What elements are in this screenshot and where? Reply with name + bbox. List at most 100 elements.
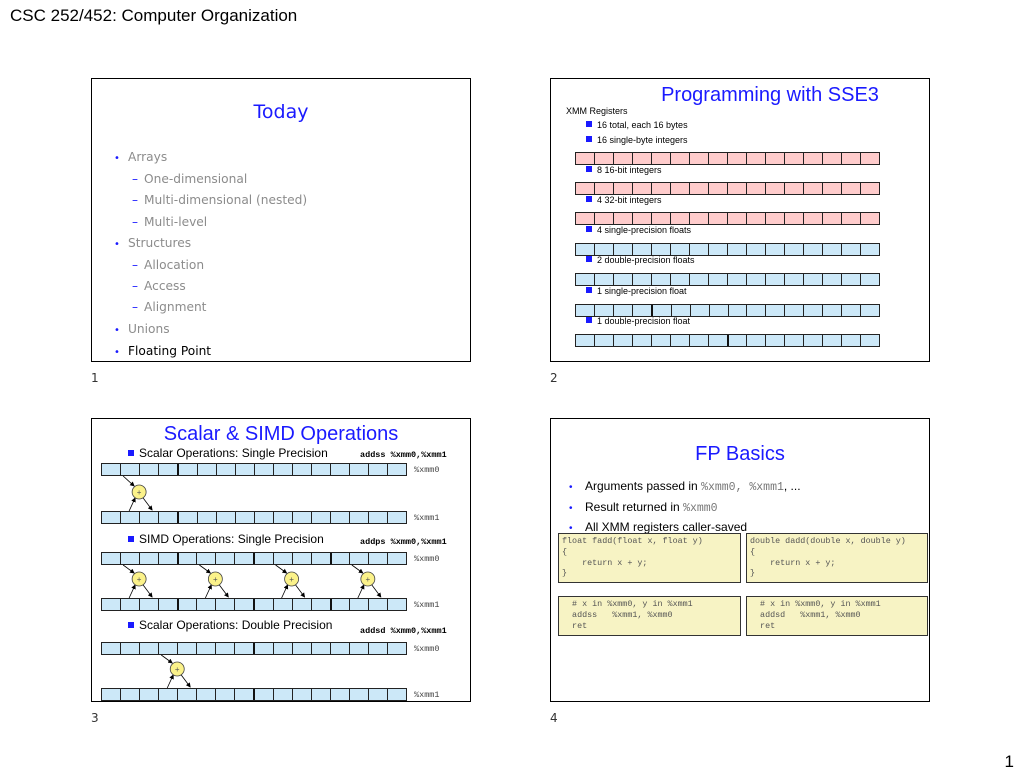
register-byte-cell: [728, 305, 748, 316]
register-byte-cell: [613, 305, 633, 316]
arrow: [275, 564, 288, 574]
register-byte-cell: [861, 153, 879, 164]
register-byte-cell: [747, 274, 766, 285]
register-byte-cell: [576, 213, 595, 224]
adder-node: +: [351, 564, 382, 599]
register-byte-cell: [823, 305, 843, 316]
register-byte-cell: [785, 244, 804, 255]
register-byte-cell: [690, 213, 709, 224]
xmm-bullet: 2 double-precision floats: [586, 255, 695, 265]
xmm-bullet: 4 single-precision floats: [586, 225, 691, 235]
slide-4-fp-basics: FP Basics • Arguments passed in %xmm0, %x…: [550, 418, 930, 702]
register-byte-cell: [709, 183, 728, 194]
register-byte-cell: [747, 244, 766, 255]
slide-number: 4: [550, 711, 558, 725]
outline-item-text: Alignment: [144, 300, 207, 315]
register-byte-cell: [709, 244, 728, 255]
register-byte-cell: [728, 183, 747, 194]
arrow: [351, 564, 364, 574]
fp-basics-item: • Arguments passed in %xmm0, %xmm1, ...: [569, 477, 801, 498]
xmm-bullet-text: 4 32-bit integers: [597, 195, 662, 205]
xmm-bullet-text: 4 single-precision floats: [597, 225, 692, 235]
register-byte-cell: [652, 213, 671, 224]
register-byte-cell: [632, 335, 652, 346]
register-byte-cell: [861, 244, 879, 255]
arrow: [128, 584, 136, 599]
register-byte-cell: [652, 274, 671, 285]
register-byte-cell: [804, 244, 823, 255]
item-text: Result returned in: [585, 499, 684, 514]
register-byte-cell: [785, 335, 805, 346]
item-text-suffix: , ...: [783, 479, 801, 493]
register-byte-cell: [614, 244, 633, 255]
outline-item-text: Unions: [128, 321, 170, 336]
bullet-icon: •: [114, 238, 120, 250]
xmm-bullet-text: 8 16-bit integers: [597, 165, 662, 175]
register-byte-cell: [823, 213, 842, 224]
outline-item-text: Structures: [128, 235, 192, 250]
plus-icon: +: [289, 575, 294, 584]
xmm-bullet-text: 2 double-precision floats: [597, 255, 695, 265]
outline-item-text: Floating Point: [128, 343, 212, 358]
xmm-bullet: 16 single-byte integers: [586, 135, 688, 145]
register-byte-cell: [842, 305, 862, 316]
register-byte-cell: [747, 183, 766, 194]
arrow: [166, 674, 174, 689]
plus-icon: +: [137, 575, 142, 584]
register-byte-cell: [595, 213, 614, 224]
square-bullet-icon: [586, 256, 592, 262]
register-byte-cell: [747, 213, 766, 224]
register-byte-cell: [861, 335, 879, 346]
register-byte-cell: [842, 183, 861, 194]
arrow: [142, 497, 153, 511]
outline-item: – Access: [114, 276, 307, 297]
asm-code-fadd: # x in %xmm0, y in %xmm1 addss %xmm1, %x…: [558, 596, 741, 636]
arrow: [128, 497, 136, 512]
xmm-bullet-text: 16 total, each 16 bytes: [597, 120, 688, 130]
register-byte-cell: [595, 183, 614, 194]
register-byte-cell: [842, 335, 862, 346]
outline-item: – Multi-dimensional (nested): [114, 190, 307, 211]
item-text: Arguments passed in: [585, 479, 702, 493]
register-byte-cell: [728, 335, 748, 346]
register-byte-cell: [842, 244, 861, 255]
outline-item: • Arrays: [114, 147, 307, 169]
arrow: [122, 475, 135, 487]
adder-node: +: [275, 564, 306, 599]
register-byte-cell: [671, 213, 690, 224]
xmm-register-bar: [575, 273, 880, 286]
simd-diagram: + + + + + +: [122, 475, 382, 689]
slide-title: Programming with SSE3: [661, 84, 879, 106]
register-byte-cell: [576, 305, 595, 316]
square-bullet-icon: [586, 226, 592, 232]
register-byte-cell: [804, 305, 824, 316]
xmm-register-bar: [575, 243, 880, 256]
xmm-bullet-text: 1 double-precision float: [597, 316, 691, 326]
outline-item: – One-dimensional: [114, 169, 307, 190]
register-byte-cell: [576, 244, 595, 255]
register-byte-cell: [614, 274, 633, 285]
register-byte-cell: [766, 305, 786, 316]
outline-item-text: Access: [144, 279, 186, 294]
slide-3-scalar-simd: Scalar & SIMD Operations Scalar Operatio…: [91, 418, 471, 702]
register-byte-cell: [670, 335, 690, 346]
plus-icon: +: [213, 575, 218, 584]
register-byte-cell: [785, 274, 804, 285]
xmm-bullet-text: 1 single-precision float: [597, 286, 687, 296]
xmm-register-bar: [575, 212, 880, 225]
bullet-icon: •: [114, 153, 120, 164]
register-byte-cell: [595, 274, 614, 285]
register-byte-cell: [766, 153, 785, 164]
slide-title: FP Basics: [695, 443, 785, 465]
register-byte-cell: [614, 213, 633, 224]
arrow: [295, 584, 306, 598]
register-byte-cell: [785, 213, 804, 224]
document-title: CSC 252/452: Computer Organization: [10, 6, 298, 25]
register-byte-cell: [747, 153, 766, 164]
register-byte-cell: [690, 274, 709, 285]
square-bullet-icon: [586, 136, 592, 142]
fp-basics-item: • Result returned in %xmm0: [569, 498, 801, 519]
bullet-icon: •: [114, 346, 120, 358]
register-byte-cell: [671, 183, 690, 194]
register-byte-cell: [861, 305, 879, 316]
